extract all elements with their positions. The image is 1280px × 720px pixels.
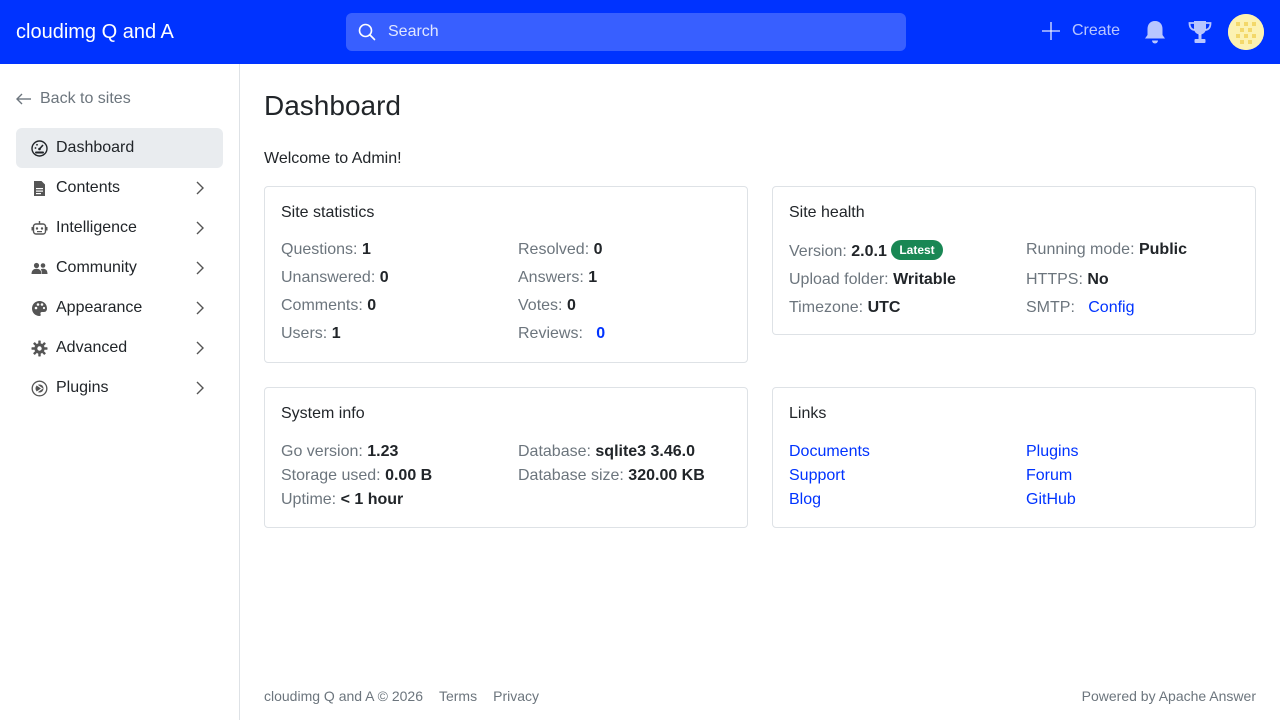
back-to-sites-label: Back to sites: [40, 90, 131, 107]
search-icon: [358, 23, 376, 41]
admin-sidebar: Back to sites Dashboard Contents Intelli…: [0, 64, 240, 720]
sidebar-item-appearance[interactable]: Appearance: [16, 288, 223, 328]
sidebar-item-intelligence[interactable]: Intelligence: [16, 208, 223, 248]
chevron-right-icon: [193, 261, 207, 275]
system-info-card: System info Go version: 1.23 Database: s…: [264, 387, 748, 528]
plugin-icon: [31, 380, 48, 397]
welcome-message: Welcome to Admin!: [264, 150, 402, 167]
health-upload-folder: Upload folder: Writable: [789, 271, 956, 288]
user-avatar[interactable]: [1228, 14, 1264, 50]
health-smtp: SMTP: Config: [1026, 299, 1135, 316]
sidebar-item-advanced[interactable]: Advanced: [16, 328, 223, 368]
sys-uptime: Uptime: < 1 hour: [281, 491, 404, 508]
sidebar-item-community[interactable]: Community: [16, 248, 223, 288]
document-icon: [31, 180, 48, 197]
plugins-link[interactable]: Plugins: [1026, 443, 1078, 460]
stat-votes: Votes: 0: [518, 297, 576, 314]
gear-icon: [31, 340, 48, 357]
sidebar-item-dashboard[interactable]: Dashboard: [16, 128, 223, 168]
chevron-right-icon: [193, 181, 207, 195]
sidebar-item-contents[interactable]: Contents: [16, 168, 223, 208]
card-title: Site statistics: [281, 204, 375, 221]
card-title: Site health: [789, 204, 865, 221]
latest-badge: Latest: [891, 240, 943, 260]
plus-icon: [1040, 20, 1062, 42]
sidebar-item-label: Advanced: [56, 339, 128, 356]
stat-resolved: Resolved: 0: [518, 241, 603, 258]
links-card: Links Documents Plugins Support Forum Bl…: [772, 387, 1256, 528]
sys-database-size: Database size: 320.00 KB: [518, 467, 705, 484]
search-input[interactable]: [388, 13, 906, 51]
stat-users: Users: 1: [281, 325, 341, 342]
blog-link[interactable]: Blog: [789, 491, 821, 508]
health-version: Version: 2.0.1 Latest: [789, 240, 1026, 262]
site-health-card: Site health Version: 2.0.1 Latest Runnin…: [772, 186, 1256, 335]
sys-go-version: Go version: 1.23: [281, 443, 399, 460]
search-box[interactable]: [346, 13, 906, 51]
chevron-right-icon: [193, 381, 207, 395]
support-link[interactable]: Support: [789, 467, 845, 484]
create-label: Create: [1072, 22, 1121, 39]
back-to-sites-link[interactable]: Back to sites: [16, 90, 131, 108]
palette-icon: [31, 300, 48, 317]
sidebar-item-label: Contents: [56, 179, 121, 196]
people-icon: [31, 260, 48, 277]
page-title: Dashboard: [264, 90, 401, 121]
sidebar-item-label: Dashboard: [56, 139, 135, 156]
sys-database: Database: sqlite3 3.46.0: [518, 443, 696, 460]
site-statistics-card: Site statistics Questions: 1 Resolved: 0…: [264, 186, 748, 363]
sidebar-item-label: Appearance: [56, 299, 143, 316]
chevron-right-icon: [193, 341, 207, 355]
chevron-right-icon: [193, 301, 207, 315]
stat-questions: Questions: 1: [281, 241, 371, 258]
documents-link[interactable]: Documents: [789, 443, 870, 460]
card-title: Links: [789, 405, 827, 422]
dashboard-icon: [31, 139, 48, 157]
sidebar-nav: Dashboard Contents Intelligence Communit…: [16, 128, 223, 408]
reviews-count-link[interactable]: 0: [596, 325, 605, 342]
sidebar-item-label: Intelligence: [56, 219, 137, 236]
card-title: System info: [281, 405, 365, 422]
health-timezone: Timezone: UTC: [789, 299, 901, 316]
sys-storage-used: Storage used: 0.00 B: [281, 467, 433, 484]
forum-link[interactable]: Forum: [1026, 467, 1072, 484]
github-link[interactable]: GitHub: [1026, 491, 1076, 508]
footer-terms-link[interactable]: Terms: [439, 688, 477, 704]
robot-icon: [31, 220, 48, 237]
health-https: HTTPS: No: [1026, 271, 1109, 288]
sidebar-item-label: Plugins: [56, 379, 109, 396]
top-navbar: cloudimg Q and A Create: [0, 0, 1280, 64]
stat-answers: Answers: 1: [518, 269, 598, 286]
notifications-bell-icon[interactable]: [1143, 19, 1167, 45]
sidebar-item-label: Community: [56, 259, 137, 276]
footer-powered-by: Powered by Apache Answer: [1081, 688, 1256, 704]
trophy-icon[interactable]: [1187, 19, 1213, 45]
arrow-left-icon: [16, 91, 32, 107]
health-running-mode: Running mode: Public: [1026, 241, 1187, 258]
chevron-right-icon: [193, 221, 207, 235]
stat-unanswered: Unanswered: 0: [281, 269, 389, 286]
stat-reviews: Reviews: 0: [518, 325, 606, 342]
footer-privacy-link[interactable]: Privacy: [493, 688, 539, 704]
site-brand-link[interactable]: cloudimg Q and A: [16, 0, 174, 64]
create-button[interactable]: Create: [1040, 20, 1120, 42]
sidebar-item-plugins[interactable]: Plugins: [16, 368, 223, 408]
smtp-config-link[interactable]: Config: [1088, 299, 1134, 316]
stat-comments: Comments: 0: [281, 297, 377, 314]
footer-copyright: cloudimg Q and A © 2026: [264, 688, 423, 704]
